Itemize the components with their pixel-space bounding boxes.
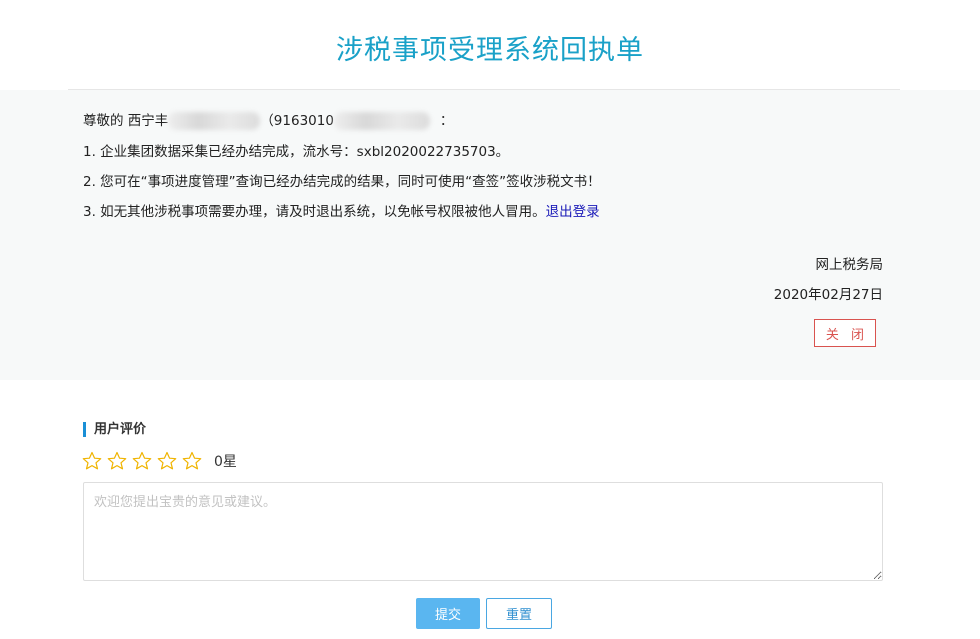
page-title: 涉税事项受理系统回执单 [336, 35, 644, 66]
star-icon[interactable] [157, 451, 177, 471]
feedback-input[interactable] [83, 482, 883, 581]
issuer-name: 网上税务局 [815, 257, 884, 273]
credit-code-prefix: 9163010 [273, 113, 334, 129]
receipt-line-3: 3. 如无其他涉税事项需要办理，请及时退出系统，以免帐号权限被他人冒用。退出登录 [83, 203, 600, 221]
close-button[interactable]: 关 闭 [814, 319, 876, 347]
receipt-line-1: 1. 企业集团数据采集已经办结完成，流水号：sxbl2020022735703。 [83, 144, 510, 160]
greeting-prefix: 尊敬的 西宁丰 [83, 113, 169, 129]
evaluation-title: 用户评价 [83, 422, 146, 437]
rating-score: 0星 [214, 454, 237, 470]
star-icon[interactable] [132, 451, 152, 471]
greeting-paren: （ [260, 113, 274, 129]
greeting-line: 尊敬的 西宁丰 （9163010 ： [83, 112, 453, 130]
receipt-line-3-text: 3. 如无其他涉税事项需要办理，请及时退出系统，以免帐号权限被他人冒用。 [83, 204, 546, 220]
star-icon[interactable] [107, 451, 127, 471]
issue-date: 2020年02月27日 [773, 287, 883, 303]
logout-link[interactable]: 退出登录 [546, 204, 600, 220]
greeting-colon: ： [439, 113, 454, 129]
receipt-line-2: 2. 您可在“事项进度管理”查询已经办结完成的结果，同时可使用“查签”签收涉税文… [83, 174, 601, 190]
star-rating: 0星 [82, 450, 237, 472]
reset-button[interactable]: 重置 [486, 598, 552, 629]
receipt-page: 涉税事项受理系统回执单 尊敬的 西宁丰 （9163010 ： 1. 企业集团数据采集… [0, 0, 980, 639]
redacted-taxpayer-name [168, 112, 261, 130]
submit-button[interactable]: 提交 [416, 598, 480, 629]
redacted-credit-code [333, 112, 430, 130]
star-icon[interactable] [82, 451, 102, 471]
star-icon[interactable] [182, 451, 202, 471]
star-list [82, 451, 207, 471]
